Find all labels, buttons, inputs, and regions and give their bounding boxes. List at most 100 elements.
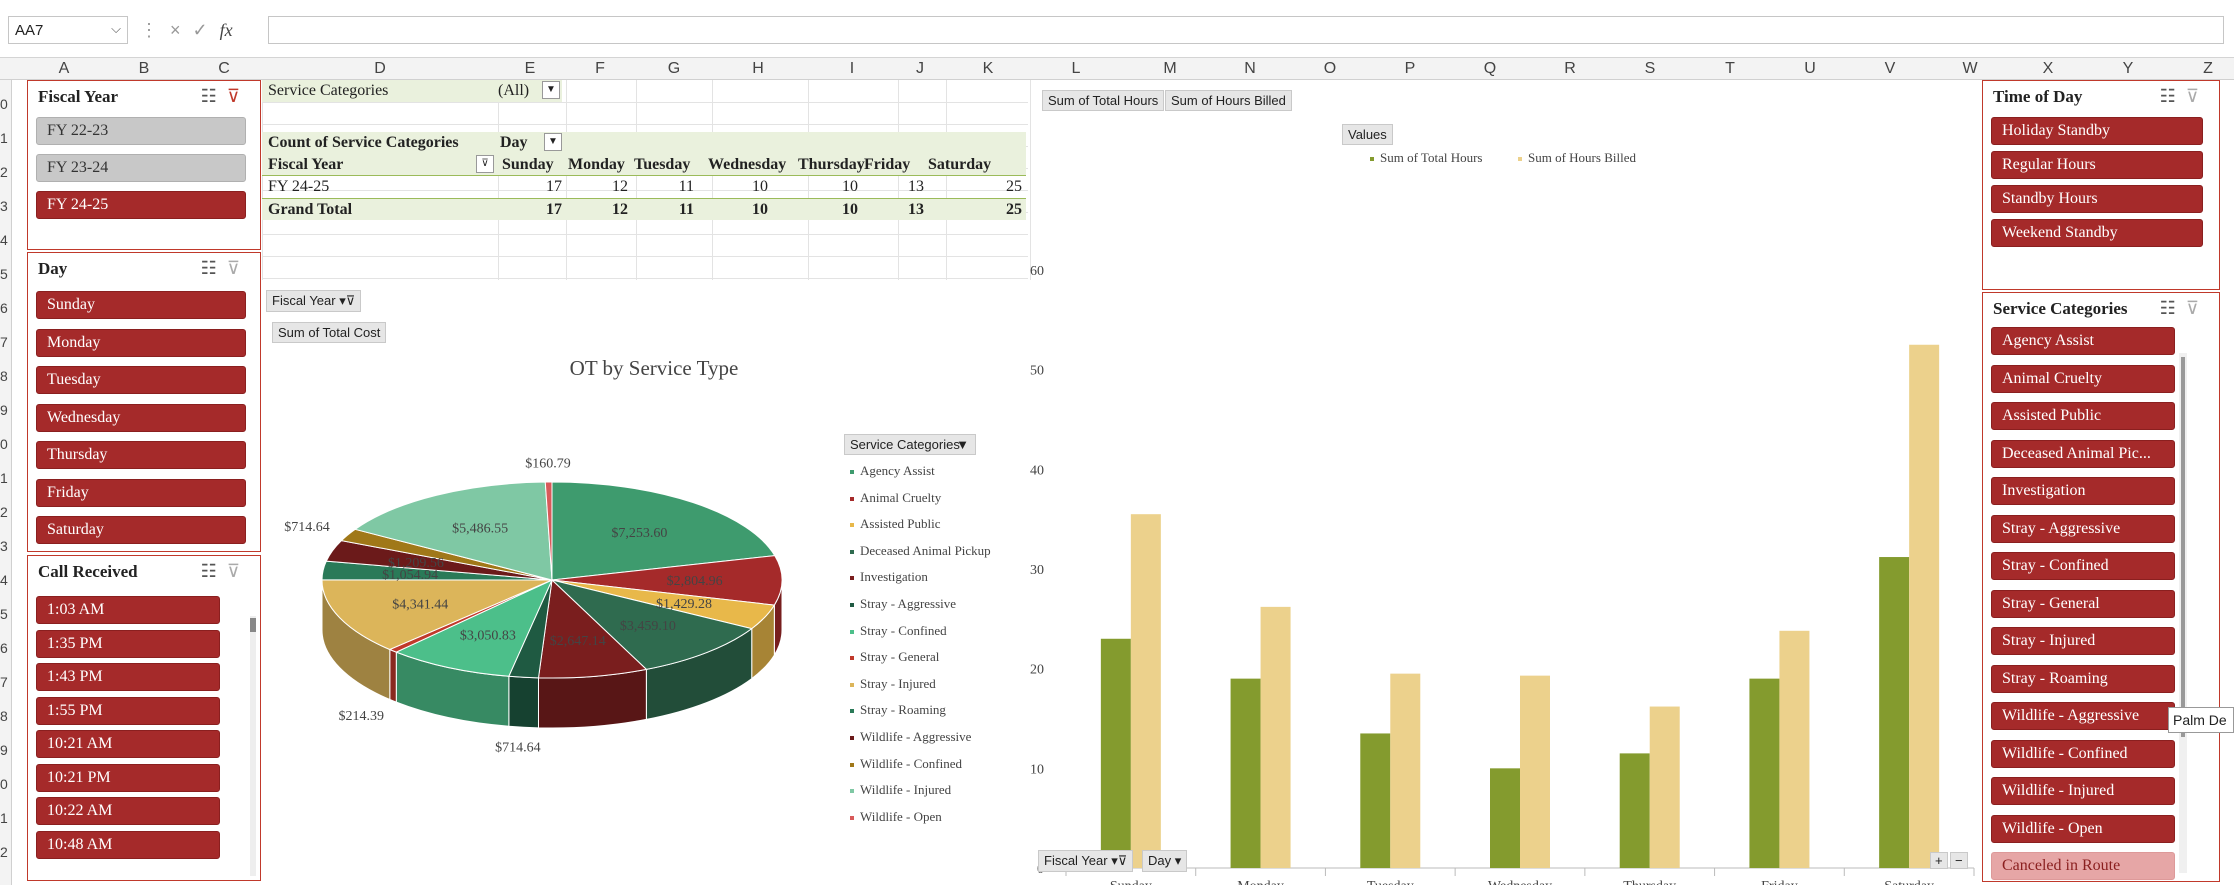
column-header[interactable]: P xyxy=(1405,60,1416,78)
clear-filter-icon[interactable]: ⊽ xyxy=(227,561,250,581)
slicer-item[interactable]: Stray - Roaming xyxy=(1991,664,2175,693)
formula-input[interactable] xyxy=(268,16,2224,44)
column-header[interactable]: Q xyxy=(1484,60,1496,78)
row-header[interactable]: 4 xyxy=(0,232,8,248)
bar[interactable] xyxy=(1130,514,1161,868)
column-header[interactable]: C xyxy=(218,60,230,78)
column-header[interactable]: B xyxy=(139,60,150,78)
column-header[interactable]: J xyxy=(916,60,924,78)
expand-button[interactable]: + xyxy=(1930,852,1948,869)
column-header[interactable]: H xyxy=(752,60,764,78)
slicer-item[interactable]: Assisted Public xyxy=(1991,402,2175,430)
legend-entry[interactable]: Assisted Public xyxy=(850,516,941,532)
slicer-item[interactable]: Deceased Animal Pic... xyxy=(1991,439,2175,468)
row-header[interactable]: 5 xyxy=(0,266,8,282)
column-header[interactable]: F xyxy=(595,60,605,78)
slicer-item[interactable]: FY 23-24 xyxy=(36,154,246,182)
column-header[interactable]: L xyxy=(1072,60,1081,78)
slicer-item[interactable]: Saturday xyxy=(36,516,246,544)
pivot-cell[interactable]: 10 xyxy=(842,201,858,219)
slicer-item[interactable]: 1:35 PM xyxy=(36,629,220,658)
slicer-item[interactable]: Tuesday xyxy=(36,366,246,394)
bar[interactable] xyxy=(1909,344,1940,868)
pivot-cell[interactable]: 10 xyxy=(752,178,768,196)
enter-icon[interactable]: ✓ xyxy=(193,20,208,41)
chevron-down-icon[interactable]: ⌵ xyxy=(111,21,121,37)
row-header[interactable]: 2 xyxy=(0,844,8,860)
legend-entry[interactable]: Animal Cruelty xyxy=(850,490,941,506)
column-header[interactable]: T xyxy=(1725,60,1735,78)
multi-select-icon[interactable]: ☷ xyxy=(201,86,227,106)
column-header[interactable]: M xyxy=(1163,60,1176,78)
slicer-item[interactable]: FY 24-25 xyxy=(36,191,246,219)
pivot-cell[interactable]: 10 xyxy=(752,201,768,219)
slicer-item[interactable]: Stray - General xyxy=(1991,589,2175,618)
clear-filter-icon[interactable]: ⊽ xyxy=(227,258,250,278)
row-header[interactable]: 3 xyxy=(0,198,8,214)
legend-entry[interactable]: Stray - General xyxy=(850,649,939,665)
column-header[interactable]: N xyxy=(1244,60,1256,78)
multi-select-icon[interactable]: ☷ xyxy=(201,258,227,278)
bar[interactable] xyxy=(1260,606,1291,868)
column-header[interactable]: G xyxy=(668,60,680,78)
legend-entry[interactable]: Stray - Aggressive xyxy=(850,596,956,612)
column-header[interactable]: Y xyxy=(2123,60,2134,78)
legend-field-button[interactable]: Service Categories ▼ xyxy=(844,434,976,455)
slicer-item[interactable]: Wildlife - Aggressive xyxy=(1991,702,2175,730)
bar[interactable] xyxy=(1520,675,1550,868)
bar-day-filter[interactable]: Day ▾ xyxy=(1142,850,1188,872)
column-header[interactable]: W xyxy=(1962,60,1977,78)
cancel-icon[interactable]: × xyxy=(170,20,181,41)
pivot-cell[interactable]: 13 xyxy=(908,178,924,196)
bar[interactable] xyxy=(1879,557,1910,868)
bar[interactable] xyxy=(1230,678,1261,868)
column-header[interactable]: U xyxy=(1804,60,1816,78)
legend-entry[interactable]: Wildlife - Open xyxy=(850,809,942,825)
slicer-item[interactable]: Wednesday xyxy=(36,403,246,432)
column-header[interactable]: S xyxy=(1645,60,1656,78)
legend-entry[interactable]: Stray - Roaming xyxy=(850,702,946,718)
column-header[interactable]: K xyxy=(983,60,994,78)
column-header[interactable]: O xyxy=(1324,60,1336,78)
slicer-item[interactable]: FY 22-23 xyxy=(36,117,246,145)
column-header[interactable]: I xyxy=(850,60,854,78)
slicer-item[interactable]: Stray - Confined xyxy=(1991,552,2175,580)
row-header[interactable]: 5 xyxy=(0,606,8,622)
bar[interactable] xyxy=(1779,630,1810,868)
scrollbar-thumb[interactable] xyxy=(250,618,256,632)
fx-icon[interactable]: fx xyxy=(220,20,233,41)
slicer-item[interactable]: Wildlife - Open xyxy=(1991,814,2175,843)
scrollbar[interactable] xyxy=(2179,353,2187,873)
slicer-item[interactable]: 10:48 AM xyxy=(36,830,220,859)
more-icon[interactable]: ⋮ xyxy=(140,20,158,41)
values-button[interactable]: Values xyxy=(1342,124,1393,145)
slicer-item[interactable]: Monday xyxy=(36,328,246,357)
bar[interactable] xyxy=(1390,673,1421,868)
row-header[interactable]: 0 xyxy=(0,436,8,452)
slicer-item[interactable]: Canceled in Route xyxy=(1991,852,2175,880)
row-filter-button[interactable]: ⊽ xyxy=(476,155,494,173)
pivot-cell[interactable]: 11 xyxy=(679,201,694,219)
legend-entry[interactable]: Stray - Confined xyxy=(850,623,947,639)
row-header[interactable]: 6 xyxy=(0,640,8,656)
clear-filter-icon[interactable]: ⊽ xyxy=(2186,86,2209,106)
row-header[interactable]: 4 xyxy=(0,572,8,588)
slicer-item[interactable]: Agency Assist xyxy=(1991,327,2175,355)
column-header[interactable]: R xyxy=(1564,60,1576,78)
bar[interactable] xyxy=(1749,678,1780,868)
legend-entry[interactable]: Wildlife - Injured xyxy=(850,782,951,798)
slicer-item[interactable]: Friday xyxy=(36,478,246,507)
total-hours-button[interactable]: Sum of Total Hours xyxy=(1042,90,1165,111)
slicer-item[interactable]: Standby Hours xyxy=(1991,185,2203,213)
row-header[interactable]: 0 xyxy=(0,776,8,792)
column-header[interactable]: V xyxy=(1885,60,1896,78)
slicer-item[interactable]: 1:03 AM xyxy=(36,596,220,624)
row-header[interactable]: 3 xyxy=(0,538,8,554)
row-header[interactable]: 1 xyxy=(0,470,8,486)
legend-entry[interactable]: Agency Assist xyxy=(850,463,935,479)
pivot-cell[interactable]: 10 xyxy=(842,178,858,196)
pivot-cell[interactable]: 25 xyxy=(1006,201,1022,219)
bar-fiscal-year-filter[interactable]: Fiscal Year ▾⊽ xyxy=(1038,850,1134,872)
slicer-item[interactable]: Animal Cruelty xyxy=(1991,364,2175,393)
pie-value-button[interactable]: Sum of Total Cost xyxy=(272,322,387,343)
